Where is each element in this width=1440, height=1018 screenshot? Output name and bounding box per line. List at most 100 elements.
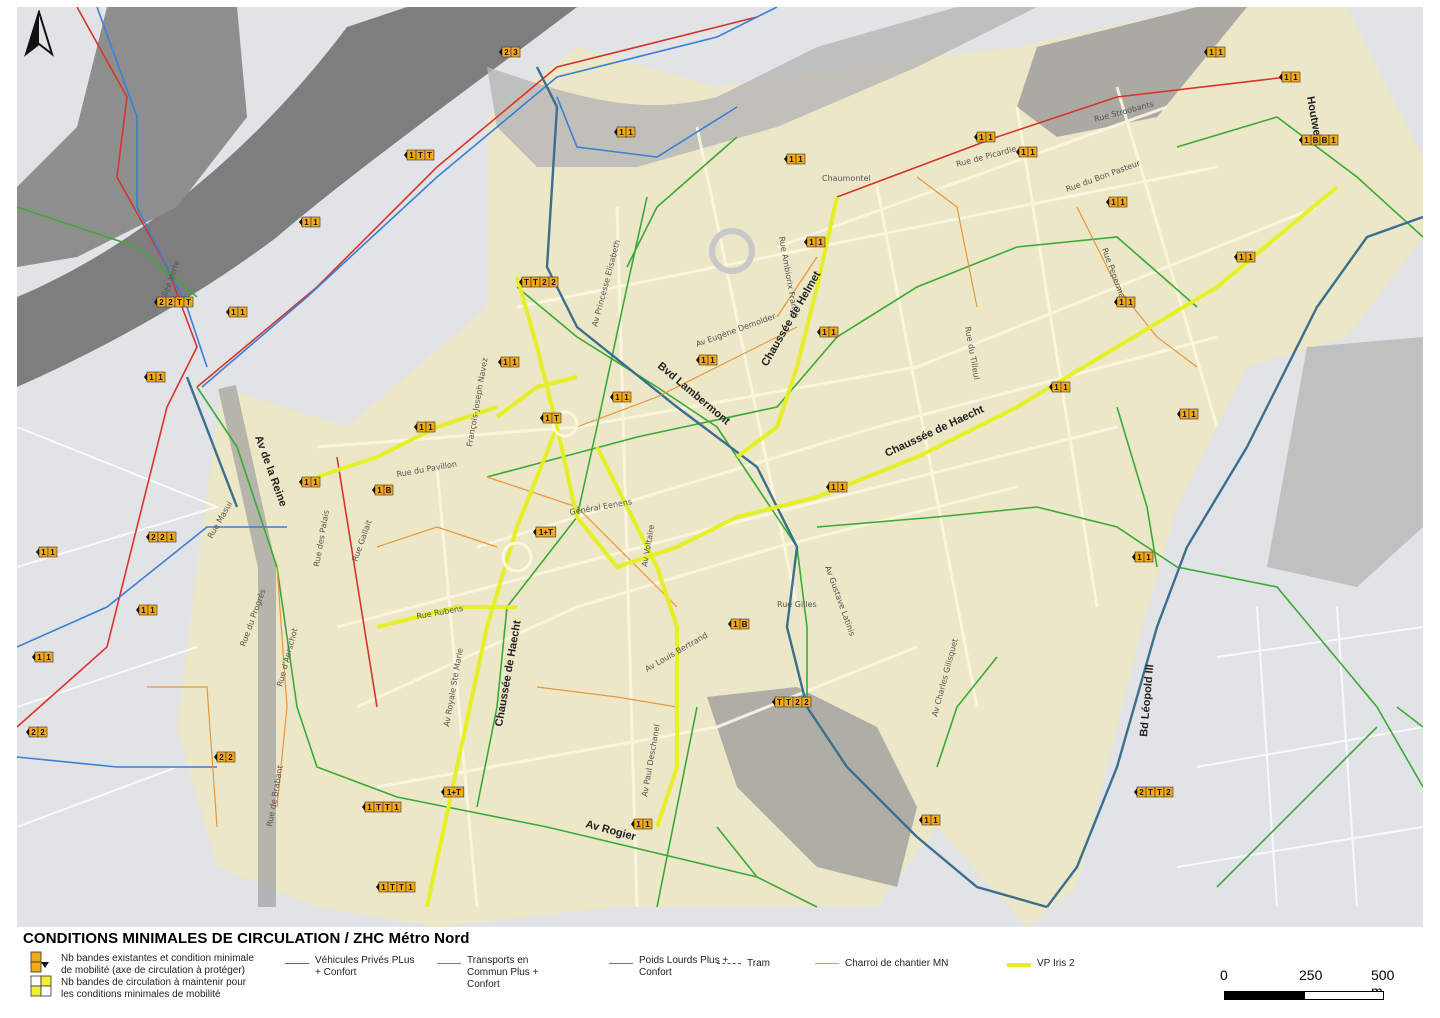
badge-value: 1 [1239,253,1244,262]
badge-value: 1 [428,423,433,432]
badge-value: 1 [141,606,146,615]
mobility-badge[interactable]: 11 [614,126,636,138]
badge-value: 1 [41,548,46,557]
badge-value: 1 [1284,73,1289,82]
legend-item-label: Poids Lourds Plus + Confort [639,955,729,978]
badge-value: 1 [503,358,508,367]
badge-value: 1 [377,486,382,495]
badge-value: 1 [313,218,318,227]
mobility-badge[interactable]: 11 [136,604,158,616]
mobility-badge[interactable]: 1TT1 [376,881,416,893]
badge-value: 2 [219,753,224,762]
mobility-badge[interactable]: 11 [1114,296,1136,308]
mobility-badge[interactable]: 2TT2 [1134,786,1174,798]
mobility-badge[interactable]: 1+T [533,526,557,538]
mobility-badge[interactable]: 1TT [404,149,435,161]
mobility-badge[interactable]: 11 [36,546,58,558]
mobility-badge[interactable]: 11 [804,236,826,248]
badge-value: 2 [159,298,164,307]
mobility-badge[interactable]: 11 [631,818,653,830]
badge-value: T [786,698,791,707]
badge-value: 1 [624,393,629,402]
badge-value: 1 [231,308,236,317]
badge-value: T [427,151,432,160]
mobility-badge[interactable]: 11 [1016,146,1038,158]
badge-value: 1 [1218,48,1223,57]
badge-value: 2 [151,533,156,542]
mobility-badge[interactable]: 11 [610,391,632,403]
mobility-badge[interactable]: TT22 [519,276,559,288]
badge-value: 2 [31,728,36,737]
mobility-badge[interactable]: 22 [214,751,236,763]
mobility-badge[interactable]: 11 [498,356,520,368]
mobility-badge[interactable]: 11 [144,371,166,383]
mobility-badge[interactable]: 11 [919,814,941,826]
badge-value: 1 [381,883,386,892]
mobility-badge[interactable]: 11 [1106,196,1128,208]
badge-value: T [1148,788,1153,797]
mobility-badge[interactable]: 1T [540,412,562,424]
mobility-badge[interactable]: 1+T [441,786,465,798]
mobility-badge[interactable]: 1B [372,484,394,496]
badge-value: 1 [313,478,318,487]
badge-value: 1 [733,620,738,629]
badge-value: 1 [419,423,424,432]
mobility-badge[interactable]: 1TT1 [362,801,402,813]
mobility-badge[interactable]: 11 [226,306,248,318]
mobility-badge[interactable]: 1B [728,618,750,630]
legend-item-label: Charroi de chantier MN [845,958,949,969]
badge-value: T [777,698,782,707]
badge-value: 1 [924,816,929,825]
badge-value: 1 [1304,136,1309,145]
badge-value: 1+T [539,528,553,537]
badge-value: B [386,486,392,495]
mobility-badge[interactable]: 11 [1279,71,1301,83]
badge-value: 1 [240,308,245,317]
badge-value: 1 [933,816,938,825]
mobility-badge[interactable]: 23 [499,46,521,58]
mobility-badge[interactable]: 1BB1 [1299,134,1339,146]
mobility-badge[interactable]: 11 [1177,408,1199,420]
badge-value: 2 [1166,788,1171,797]
mobility-badge[interactable]: 11 [817,326,839,338]
mobility-badge[interactable]: 22TT [154,296,194,308]
mobility-badge[interactable]: 11 [974,131,996,143]
badge-value: 1 [645,820,650,829]
mobility-badge[interactable]: 11 [784,153,806,165]
badge-value: 1 [1030,148,1035,157]
badge-value: 1 [1063,383,1068,392]
mobility-badge[interactable]: 11 [696,354,718,366]
badge-value: 1 [394,803,399,812]
badge-value: 1 [1191,410,1196,419]
mobility-badge[interactable]: 221 [146,531,177,543]
badge-value: 1 [710,356,715,365]
scale-label-0: 0 [1220,967,1228,983]
badge-value: 1 [1248,253,1253,262]
badge-value: 1+T [447,788,461,797]
badge-value: 1 [304,218,309,227]
badge-value: 2 [228,753,233,762]
badge-value: 1 [150,606,155,615]
mobility-badge[interactable]: 11 [826,481,848,493]
badge-value: 1 [408,883,413,892]
scale-bar: 0 250 500 m [1220,967,1404,1007]
badge-symbol-icon [30,951,52,997]
badge-value: 1 [789,155,794,164]
mobility-badge[interactable]: 11 [414,421,436,433]
mobility-badge[interactable]: 11 [299,476,321,488]
mobility-badge[interactable]: 22 [26,726,48,738]
map-canvas[interactable]: Bvd Lambermont Chaussée de Helmet Chaussée… [17,7,1423,927]
mobility-badge[interactable]: TT22 [772,696,812,708]
mobility-badge[interactable]: 11 [32,651,54,663]
mobility-badge[interactable]: 11 [1234,251,1256,263]
mobility-badge[interactable]: 11 [299,216,321,228]
badge-value: 1 [149,373,154,382]
mobility-badge[interactable]: 11 [1204,46,1226,58]
badge-value: T [399,883,404,892]
badge-value: 1 [50,548,55,557]
badge-value: 1 [1293,73,1298,82]
legend-panel: CONDITIONS MINIMALES DE CIRCULATION / ZH… [17,927,1423,1018]
badge-value: 1 [636,820,641,829]
mobility-badge[interactable]: 11 [1049,381,1071,393]
mobility-badge[interactable]: 11 [1132,551,1154,563]
